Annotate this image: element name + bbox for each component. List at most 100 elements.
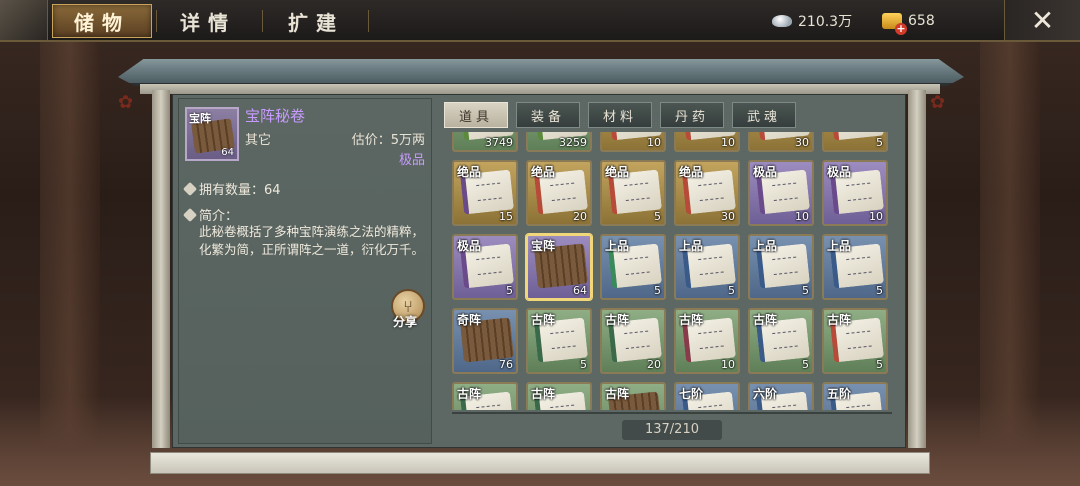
inventory-slot[interactable]: 上品 5: [600, 234, 666, 300]
pavilion-roof: [118, 59, 964, 86]
close-button[interactable]: ✕: [1004, 0, 1080, 40]
slot-grade-tag: 古阵: [605, 313, 630, 327]
slot-count: 76: [499, 358, 513, 371]
owned-count: 拥有数量：64: [199, 183, 281, 198]
slot-count: 5: [876, 358, 883, 371]
inventory-slot[interactable]: 宝阵 64: [526, 234, 592, 300]
slot-grade-tag: 五阶: [827, 387, 852, 401]
slot-count: 5: [654, 210, 661, 223]
inventory-slot[interactable]: 古阵 5: [526, 308, 592, 374]
inventory-slot[interactable]: 绝品 5: [600, 160, 666, 226]
gold-amount: 658: [908, 13, 935, 29]
thumbnail-count: 64: [221, 147, 234, 158]
inventory-slot[interactable]: 古阵: [526, 382, 592, 410]
slot-grade-tag: 上品: [827, 239, 852, 253]
category-tab-equipment[interactable]: 装备: [516, 102, 580, 128]
plum-blossom-ornament: ✿: [930, 92, 946, 113]
inventory-slot[interactable]: 古阵 5: [748, 308, 814, 374]
grid-bottom-divider: [452, 412, 892, 414]
tab-storage[interactable]: 储物: [52, 4, 152, 38]
slot-grade-tag: 绝品: [531, 165, 556, 179]
slot-grade-tag: 上品: [753, 239, 778, 253]
slot-grade-tag: 古阵: [457, 387, 482, 401]
inventory-slot[interactable]: 上品 5: [674, 234, 740, 300]
slot-grade-tag: 古阵: [753, 313, 778, 327]
inventory-slot[interactable]: 3749: [452, 132, 518, 152]
slot-grade-tag: 极品: [753, 165, 778, 179]
menu-corner-ornament: [0, 0, 48, 40]
inventory-slot[interactable]: 古阵 10: [674, 308, 740, 374]
tab-divider: [156, 10, 157, 32]
inventory-slot[interactable]: 七阶: [674, 382, 740, 410]
inventory-slot[interactable]: 绝品 20: [526, 160, 592, 226]
inventory-slot[interactable]: 绝品 30: [674, 160, 740, 226]
tab-details[interactable]: 详情: [158, 4, 258, 38]
slot-count: 30: [721, 210, 735, 223]
selected-item-thumbnail: 宝阵 64: [185, 107, 239, 161]
category-tab-pills[interactable]: 丹药: [660, 102, 724, 128]
right-pillar: [908, 90, 926, 448]
description-heading: 简介：: [199, 209, 239, 224]
slot-count: 10: [869, 210, 883, 223]
slot-grade-tag: 宝阵: [531, 239, 556, 253]
thumbnail-tag: 宝阵: [189, 112, 211, 125]
inventory-slot[interactable]: 30: [748, 132, 814, 152]
description-heading-line: 简介：: [182, 205, 239, 224]
inventory-slot[interactable]: 10: [674, 132, 740, 152]
inventory-slot[interactable]: 奇阵 76: [452, 308, 518, 374]
inventory-slot[interactable]: 古阵: [452, 382, 518, 410]
top-bar: 储物 详情 扩建 210.3万 658 ✕: [0, 0, 1080, 42]
inventory-slot[interactable]: 极品 5: [452, 234, 518, 300]
slot-count: 10: [795, 210, 809, 223]
inventory-slot[interactable]: 古阵 5: [822, 308, 888, 374]
slot-count: 5: [802, 358, 809, 371]
bullet-icon: [182, 181, 198, 196]
inventory-slot[interactable]: 古阵 20: [600, 308, 666, 374]
slot-grade-tag: 古阵: [605, 387, 630, 401]
inventory-slot[interactable]: 极品 10: [748, 160, 814, 226]
inventory-slot[interactable]: 古阵: [600, 382, 666, 410]
slot-count: 5: [802, 284, 809, 297]
slot-count: 10: [721, 358, 735, 371]
inventory-slot[interactable]: 3259: [526, 132, 592, 152]
slot-count: 20: [573, 210, 587, 223]
slot-grade-tag: 六阶: [753, 387, 778, 401]
item-detail-panel: 宝阵 64 宝阵秘卷 其它 估价：5万两 极品 拥有数量：64 简介： 此秘卷概…: [178, 98, 432, 444]
slot-grade-tag: 绝品: [457, 165, 482, 179]
silver-amount: 210.3万: [798, 14, 853, 30]
item-grade: 极品: [398, 153, 425, 168]
slot-grade-tag: 上品: [605, 239, 630, 253]
share-label[interactable]: 分享: [393, 313, 417, 330]
category-tab-materials[interactable]: 材料: [588, 102, 652, 128]
bottom-ledge: [150, 452, 930, 474]
slot-grade-tag: 古阵: [531, 313, 556, 327]
inventory-slot[interactable]: 五阶: [822, 382, 888, 410]
inventory-slot[interactable]: 上品 5: [748, 234, 814, 300]
bullet-icon: [182, 207, 198, 222]
owned-count-line: 拥有数量：64: [182, 179, 281, 198]
inventory-grid-viewport[interactable]: 3749 3259 10 10 30 5 绝品 15 绝品 20 绝品 5 绝品 30 极品 10 极品 10 极品…: [446, 132, 898, 410]
item-description: 此秘卷概括了多种宝阵演练之法的精粹，化繁为简，正所谓阵之一道，衍化万千。: [199, 224, 425, 257]
inventory-slot[interactable]: 六阶: [748, 382, 814, 410]
category-tab-items[interactable]: 道具: [444, 102, 508, 128]
gold-ingot-add-icon[interactable]: [882, 13, 907, 35]
gold-currency[interactable]: 658: [882, 10, 935, 35]
inventory-slot[interactable]: 绝品 15: [452, 160, 518, 226]
plum-blossom-ornament: ✿: [118, 92, 134, 113]
inventory-slot[interactable]: 10: [600, 132, 666, 152]
slot-grade-tag: 古阵: [679, 313, 704, 327]
slot-grade-tag: 上品: [679, 239, 704, 253]
close-icon: ✕: [1030, 3, 1055, 37]
inventory-slot[interactable]: 上品 5: [822, 234, 888, 300]
slot-count: 64: [573, 284, 587, 297]
inventory-slot[interactable]: 极品 10: [822, 160, 888, 226]
slot-count: 5: [728, 284, 735, 297]
left-pillar: [152, 90, 170, 448]
tab-expand[interactable]: 扩建: [266, 4, 366, 38]
slot-count: 5: [876, 136, 883, 149]
item-category: 其它: [245, 133, 272, 148]
category-tab-martial-souls[interactable]: 武魂: [732, 102, 796, 128]
slot-count: 5: [580, 358, 587, 371]
inventory-slot[interactable]: 5: [822, 132, 888, 152]
slot-count: 5: [876, 284, 883, 297]
